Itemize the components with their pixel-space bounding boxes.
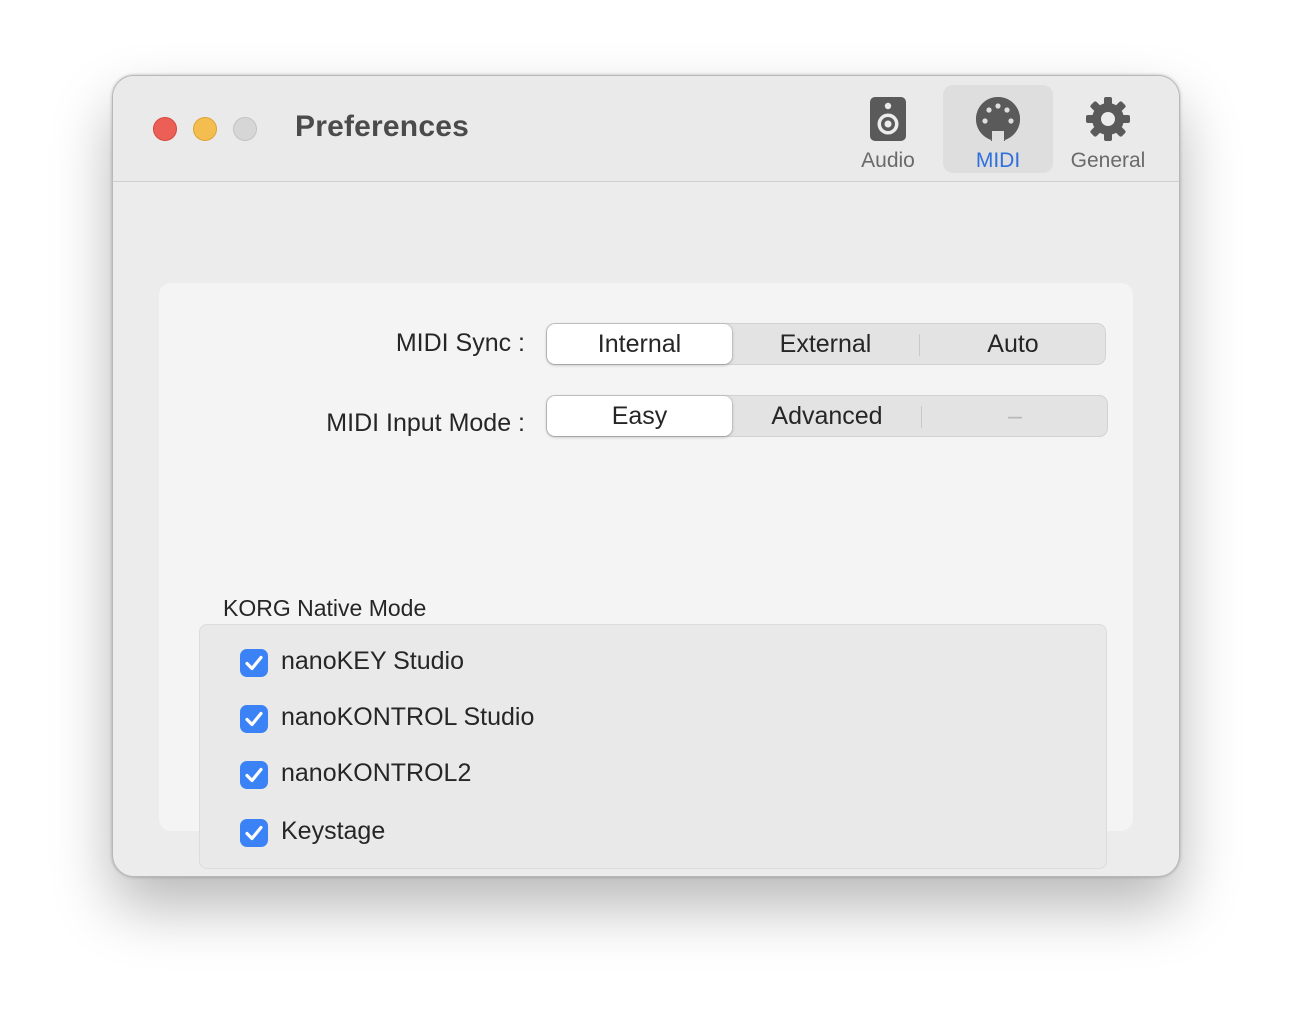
checkmark-icon [245, 767, 263, 783]
toolbar-item-general[interactable]: General [1053, 85, 1163, 173]
checkmark-icon [245, 711, 263, 727]
checkmark-icon [245, 825, 263, 841]
midi-input-mode-label: MIDI Input Mode : [326, 409, 525, 437]
title-bar: Preferences Audio MIDI General [113, 76, 1179, 182]
midi-sync-label: MIDI Sync : [395, 329, 525, 357]
korg-native-mode-title: KORG Native Mode [223, 595, 427, 621]
checkbox-label[interactable]: Keystage [281, 817, 385, 846]
speaker-icon [864, 95, 912, 143]
midi-input-mode-option-easy[interactable]: Easy [547, 396, 732, 436]
toolbar-label-audio: Audio [861, 149, 915, 172]
toolbar-item-midi[interactable]: MIDI [943, 85, 1053, 173]
nanokontrol2-checkbox[interactable] [240, 761, 268, 789]
minimize-button[interactable] [193, 117, 217, 141]
window-title: Preferences [295, 110, 469, 143]
midi-sync-option-external[interactable]: External [732, 324, 919, 364]
midi-input-mode-option-disabled: – [1008, 402, 1022, 430]
gear-icon [1084, 95, 1132, 143]
checkbox-label[interactable]: nanoKONTROL2 [281, 759, 471, 788]
checkbox-label[interactable]: nanoKONTROL Studio [281, 703, 534, 732]
midi-sync-segmented-control: Internal External Auto [546, 323, 1106, 365]
toolbar-item-audio[interactable]: Audio [833, 85, 943, 173]
nanokey-studio-checkbox[interactable] [240, 649, 268, 677]
toolbar-label-midi: MIDI [975, 149, 1021, 172]
checkbox-label[interactable]: nanoKEY Studio [281, 647, 464, 676]
midi-input-mode-option-advanced[interactable]: Advanced [732, 396, 922, 436]
close-button[interactable] [153, 117, 177, 141]
zoom-button[interactable] [233, 117, 257, 141]
midi-input-mode-segmented-control: Easy Advanced – [546, 395, 1108, 437]
preferences-window: Preferences Audio MIDI General MIDI Sync… [112, 75, 1180, 877]
nanokontrol-studio-checkbox[interactable] [240, 705, 268, 733]
checkmark-icon [245, 655, 263, 671]
toolbar-label-general: General [1070, 149, 1146, 172]
midi-sync-option-internal[interactable]: Internal [547, 324, 732, 364]
keystage-checkbox[interactable] [240, 819, 268, 847]
midi-sync-option-auto[interactable]: Auto [920, 324, 1106, 364]
midi-port-icon [974, 95, 1022, 143]
midi-settings-panel: MIDI Sync : Internal External Auto MIDI … [159, 283, 1133, 869]
korg-native-mode-group: nanoKEY Studio nanoKONTROL Studio nanoKO… [199, 624, 1107, 869]
